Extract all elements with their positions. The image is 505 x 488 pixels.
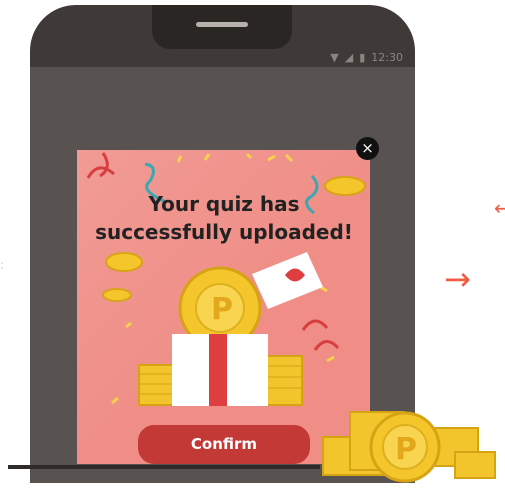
coin-stack-right (263, 355, 303, 406)
popup-title-line-1: Your quiz has (148, 192, 300, 216)
bottom-coin-symbol: P (395, 432, 417, 467)
close-button[interactable]: × (356, 137, 379, 160)
popup-title-line-2: successfully uploaded! (95, 220, 353, 244)
close-icon: × (361, 139, 374, 157)
open-lid (252, 252, 323, 309)
confirm-button[interactable]: Confirm (138, 425, 310, 464)
coin-symbol: P (211, 292, 233, 327)
gift-ribbon (209, 334, 227, 406)
popup-title: Your quiz has successfully uploaded! (90, 190, 358, 246)
bottom-coin-pile: P (322, 411, 496, 483)
